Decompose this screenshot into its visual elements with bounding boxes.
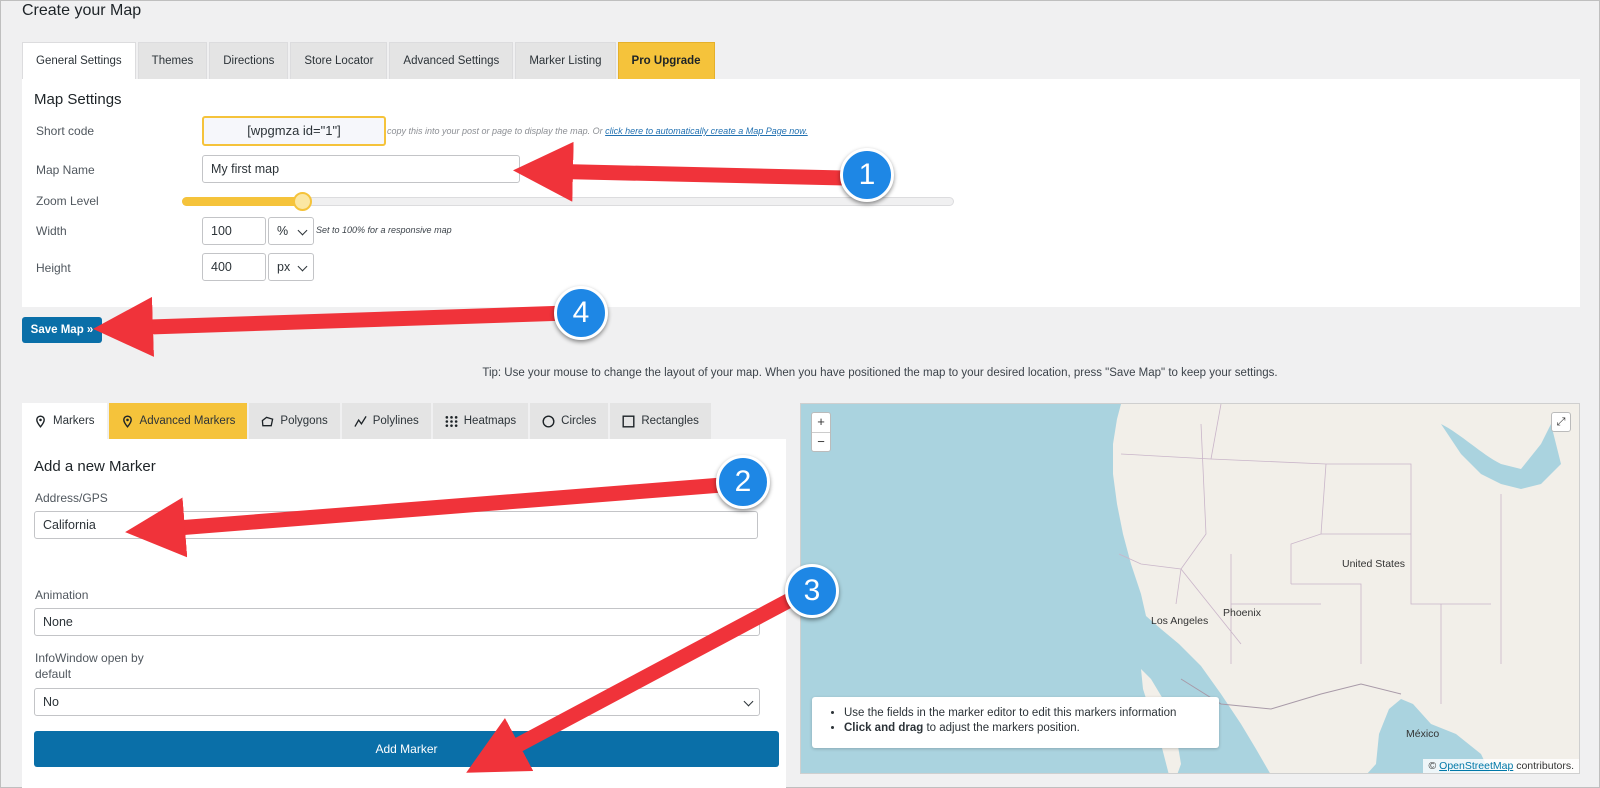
fullscreen-icon[interactable]: ⤢: [1551, 412, 1571, 432]
tab-markers[interactable]: Markers: [22, 403, 107, 439]
map-pin-icon: [36, 414, 45, 428]
width-label: Width: [36, 224, 67, 238]
marker-form-title: Add a new Marker: [34, 458, 156, 475]
infowindow-label-line-2: default: [35, 667, 72, 681]
tab-circles[interactable]: Circles: [530, 403, 609, 439]
tab-rectangles[interactable]: Rectangles: [610, 403, 711, 439]
tab-heatmaps[interactable]: Heatmaps: [432, 403, 529, 439]
marker-info-box: Use the fields in the marker editor to e…: [812, 697, 1219, 748]
shortcode-hint-text: copy this into your post or page to disp…: [387, 126, 603, 136]
tab-heatmaps-label: Heatmaps: [463, 415, 517, 427]
chevron-down-icon: [743, 616, 754, 627]
zoom-level-label: Zoom Level: [36, 194, 99, 208]
map-zoom-controls: + −: [811, 412, 831, 452]
attribution-prefix: ©: [1428, 760, 1437, 772]
map-label-los-angeles: Los Angeles: [1151, 615, 1209, 627]
chevron-down-icon: [297, 225, 308, 236]
tab-polylines[interactable]: Polylines: [341, 403, 431, 439]
tab-store-locator[interactable]: Store Locator: [290, 42, 388, 79]
info-line-2-bold: Click and drag: [844, 722, 924, 734]
shortcode-field[interactable]: [wpgmza id="1"]: [202, 116, 386, 146]
map-settings-title: Map Settings: [34, 91, 122, 108]
height-label: Height: [36, 261, 71, 275]
zoom-in-button[interactable]: +: [812, 413, 830, 432]
map-label-mexico: México: [1406, 728, 1440, 740]
address-input[interactable]: California: [34, 511, 758, 539]
infowindow-value: No: [43, 695, 59, 709]
shortcode-label: Short code: [36, 124, 95, 138]
zoom-slider-handle[interactable]: [293, 192, 312, 211]
animation-select[interactable]: None: [34, 608, 760, 636]
animation-label: Animation: [35, 588, 89, 602]
map-name-label: Map Name: [36, 163, 95, 177]
polygon-icon: [262, 416, 274, 426]
tab-rectangles-label: Rectangles: [641, 415, 699, 427]
chevron-down-icon: [297, 261, 308, 272]
tip-text: Tip: Use your mouse to change the layout…: [482, 367, 1278, 379]
map-label-united-states: United States: [1342, 558, 1406, 570]
map-name-input[interactable]: My first map: [202, 155, 520, 183]
add-marker-button[interactable]: Add Marker: [34, 731, 779, 767]
create-map-page-link[interactable]: click here to automatically create a Map…: [605, 126, 808, 136]
polyline-icon: [354, 415, 367, 427]
zoom-out-button[interactable]: −: [812, 432, 830, 451]
attribution-suffix: contributors.: [1513, 760, 1574, 772]
tab-markers-label: Markers: [53, 415, 95, 427]
marker-tabs: Markers Advanced Markers Polygons Polyli…: [22, 403, 711, 439]
tab-advanced-markers-label: Advanced Markers: [139, 415, 236, 427]
tab-polygons-label: Polygons: [280, 415, 328, 427]
height-input[interactable]: 400: [202, 253, 266, 281]
tab-circles-label: Circles: [561, 415, 597, 427]
annotation-badge-2: 2: [716, 455, 770, 509]
info-line-2-rest: to adjust the markers position.: [923, 722, 1080, 734]
tab-polylines-label: Polylines: [372, 415, 419, 427]
tab-pro-upgrade[interactable]: Pro Upgrade: [617, 42, 715, 79]
tab-themes[interactable]: Themes: [137, 42, 208, 79]
page-title: Create your Map: [22, 2, 142, 19]
map-label-phoenix: Phoenix: [1223, 607, 1261, 619]
annotation-badge-3: 3: [785, 564, 839, 618]
openstreetmap-link[interactable]: OpenStreetMap: [1439, 760, 1513, 772]
map-attribution: © OpenStreetMap contributors.: [1423, 759, 1579, 773]
save-map-button[interactable]: Save Map »: [22, 317, 102, 343]
zoom-slider-fill: [182, 197, 302, 206]
tab-general-settings[interactable]: General Settings: [22, 42, 136, 79]
width-hint: Set to 100% for a responsive map: [316, 225, 452, 235]
annotation-badge-4: 4: [554, 286, 608, 340]
tab-directions[interactable]: Directions: [209, 42, 289, 79]
infowindow-select[interactable]: No: [34, 688, 760, 716]
map-view[interactable]: + − ⤢ United States Phoenix Los Angeles …: [800, 403, 1580, 774]
heatmap-icon: [445, 415, 458, 427]
map-pin-icon: [122, 414, 132, 428]
settings-tabs: General Settings Themes Directions Store…: [22, 42, 715, 79]
circle-icon: [542, 414, 555, 428]
map-settings-panel: Map Settings Short code [wpgmza id="1"] …: [22, 79, 1580, 307]
tab-polygons[interactable]: Polygons: [249, 403, 340, 439]
info-line-1: Use the fields in the marker editor to e…: [844, 707, 1219, 719]
width-unit-value: %: [277, 224, 289, 238]
infowindow-label-line-1: InfoWindow open by: [35, 651, 144, 665]
height-unit-select[interactable]: px: [268, 253, 314, 281]
address-label: Address/GPS: [35, 491, 108, 505]
height-unit-value: px: [277, 260, 291, 274]
tab-advanced-settings[interactable]: Advanced Settings: [389, 42, 514, 79]
tab-marker-listing[interactable]: Marker Listing: [515, 42, 616, 79]
annotation-badge-1: 1: [840, 148, 894, 202]
rectangle-icon: [622, 415, 635, 428]
marker-editor-panel: Add a new Marker Address/GPS California …: [22, 439, 786, 788]
tab-advanced-markers[interactable]: Advanced Markers: [108, 403, 248, 439]
animation-value: None: [43, 615, 73, 629]
width-unit-select[interactable]: %: [268, 217, 314, 245]
chevron-down-icon: [743, 696, 754, 707]
info-line-2: Click and drag to adjust the markers pos…: [844, 722, 1219, 734]
width-input[interactable]: 100: [202, 217, 266, 245]
shortcode-hint: copy this into your post or page to disp…: [387, 126, 808, 136]
